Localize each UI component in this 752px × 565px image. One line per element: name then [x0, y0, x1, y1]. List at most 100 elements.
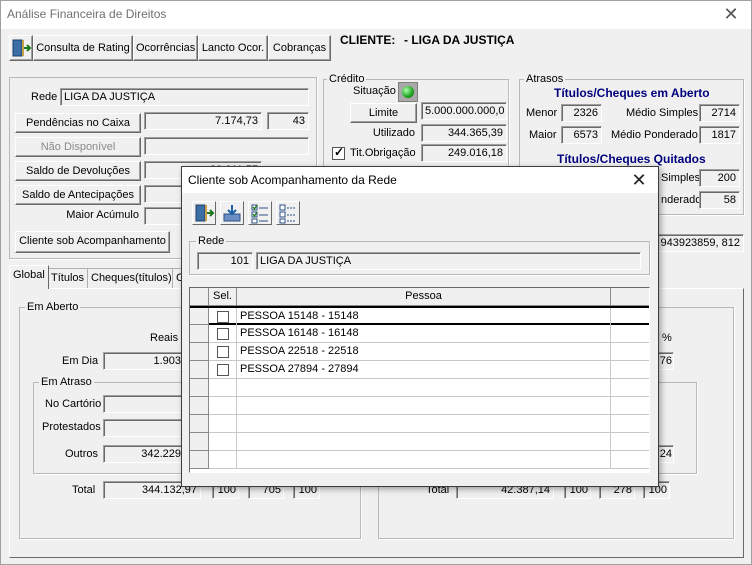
cliente-label: CLIENTE:	[340, 33, 396, 47]
title-bar: Análise Financeira de Direitos ✕	[1, 1, 751, 29]
dialog-save-button[interactable]	[220, 201, 244, 225]
row-indicator	[190, 379, 209, 397]
cliente-acompanhamento-button[interactable]: Cliente sob Acompanhamento	[15, 231, 170, 253]
quitados-header: Títulos/Cheques Quitados	[557, 152, 706, 166]
row-pessoa-empty	[237, 451, 611, 469]
quitados-simples-label: Simples	[661, 172, 701, 184]
situacao-indicator	[398, 82, 418, 102]
tit-obrigacao-label: Tit.Obrigação	[350, 147, 416, 159]
row-indicator	[190, 397, 209, 415]
maior-acumulo-label: Maior Acúmulo	[66, 209, 139, 221]
table-row[interactable]: PESSOA 15148 - 15148	[190, 306, 649, 326]
row-sel-cell	[209, 451, 237, 469]
tit-obrigacao-checkbox[interactable]	[332, 145, 345, 160]
reais-label: Reais (	[150, 332, 185, 344]
dialog-select-all-button[interactable]	[248, 201, 272, 225]
medio-ponderado-label: Médio Ponderado	[611, 129, 698, 141]
utilizado-label: Utilizado	[372, 127, 415, 139]
row-pessoa: PESSOA 22518 - 22518	[237, 343, 611, 361]
exit-door-icon	[195, 204, 215, 222]
no-cartorio-field	[103, 395, 185, 413]
status-green-light-icon	[402, 86, 414, 98]
tab-cheques-titulos[interactable]: Cheques(títulos)	[87, 268, 176, 288]
row-sel-cell	[209, 379, 237, 397]
pessoa-grid: Sel. Pessoa PESSOA 15148 - 15148 PESSOA …	[189, 287, 650, 473]
row-checkbox[interactable]	[217, 311, 229, 323]
medio-ponderado-value: 1817	[699, 126, 740, 144]
em-dia-value: 1.903	[103, 352, 185, 370]
row-pessoa: PESSOA 27894 - 27894	[237, 361, 611, 379]
cliente-value: - LIGA DA JUSTIÇA	[404, 33, 515, 47]
protestados-field	[103, 419, 185, 437]
table-row[interactable]: PESSOA 22518 - 22518	[190, 343, 649, 361]
window-title: Análise Financeira de Direitos	[7, 7, 167, 21]
ocorrencias-button[interactable]: Ocorrências	[133, 35, 198, 61]
row-sel-cell[interactable]	[209, 308, 237, 326]
credito-title: Crédito	[327, 73, 367, 85]
grid-header-pessoa[interactable]: Pessoa	[237, 288, 611, 306]
outros-label: Outros	[65, 448, 99, 460]
tab-global[interactable]: Global	[9, 265, 49, 289]
row-sel-cell[interactable]	[209, 325, 237, 343]
lancto-ocor-button[interactable]: Lancto Ocor.	[198, 35, 268, 61]
nao-disponivel-button[interactable]: Não Disponível	[15, 137, 141, 157]
row-indicator	[190, 451, 209, 469]
tab-titulos[interactable]: Títulos	[47, 268, 89, 288]
save-download-icon	[223, 205, 241, 222]
consulta-rating-button[interactable]: Consulta de Rating	[33, 35, 133, 61]
exit-door-icon	[12, 39, 32, 57]
saldo-devolucoes-button[interactable]: Saldo de Devoluções	[15, 161, 141, 181]
atrasos-title: Atrasos	[524, 73, 566, 85]
empty-row	[190, 451, 649, 469]
em-dia-label: Em Dia	[62, 355, 99, 367]
exit-button[interactable]	[9, 35, 33, 61]
dialog-close-button[interactable]: ✕	[626, 168, 652, 192]
row-sel-cell[interactable]	[209, 361, 237, 379]
pendencias-caixa-button[interactable]: Pendências no Caixa	[15, 113, 141, 133]
medio-simples-value: 2714	[699, 104, 740, 122]
outros-value: 342.229	[103, 445, 185, 463]
em-atraso-title: Em Atraso	[39, 376, 94, 388]
row-indicator	[190, 433, 209, 451]
row-sel-cell	[209, 415, 237, 433]
uncheck-all-icon	[279, 204, 296, 224]
row-checkbox[interactable]	[217, 364, 229, 376]
dialog-title-bar: Cliente sob Acompanhamento da Rede ✕	[182, 167, 658, 193]
empty-row	[190, 379, 649, 397]
empty-row	[190, 415, 649, 433]
table-row[interactable]: PESSOA 16148 - 16148	[190, 325, 649, 343]
row-checkbox[interactable]	[217, 346, 229, 358]
row-pessoa-empty	[237, 415, 611, 433]
dialog-exit-button[interactable]	[192, 201, 216, 225]
row-sel-cell[interactable]	[209, 343, 237, 361]
grid-header-sel[interactable]: Sel.	[209, 288, 237, 306]
grid-header-extra	[611, 288, 649, 306]
row-indicator	[190, 325, 209, 343]
row-indicator	[190, 343, 209, 361]
pendencias-count: 43	[267, 112, 309, 130]
no-cartorio-label: No Cartório	[45, 398, 102, 410]
limite-button[interactable]: Limite	[350, 103, 417, 123]
window-close-button[interactable]: ✕	[717, 3, 745, 25]
cliente-acompanhamento-dialog: Cliente sob Acompanhamento da Rede ✕ Red…	[181, 166, 659, 487]
saldo-antecipacoes-button[interactable]: Saldo de Antecipações	[15, 185, 141, 205]
limite-value: 5.000.000.000,0	[421, 102, 507, 120]
row-pessoa: PESSOA 16148 - 16148	[237, 325, 611, 343]
row-indicator	[190, 415, 209, 433]
quitados-simples-value: 200	[699, 169, 740, 187]
dialog-unselect-all-button[interactable]	[276, 201, 300, 225]
grid-header-indicator	[190, 288, 209, 306]
situacao-label: Situação	[353, 85, 396, 97]
row-pessoa-empty	[237, 433, 611, 451]
check-all-icon	[251, 204, 268, 224]
pendencias-value: 7.174,73	[144, 112, 262, 130]
dialog-rede-label: Rede	[196, 235, 227, 247]
protestados-label: Protestados	[42, 421, 101, 433]
cobrancas-button[interactable]: Cobranças	[268, 35, 331, 61]
rede-field: LIGA DA JUSTIÇA	[60, 88, 309, 106]
dialog-title: Cliente sob Acompanhamento da Rede	[188, 173, 397, 187]
row-pessoa-empty	[237, 379, 611, 397]
dialog-rede-name: LIGA DA JUSTIÇA	[256, 252, 641, 270]
table-row[interactable]: PESSOA 27894 - 27894	[190, 361, 649, 379]
row-checkbox[interactable]	[217, 328, 229, 340]
